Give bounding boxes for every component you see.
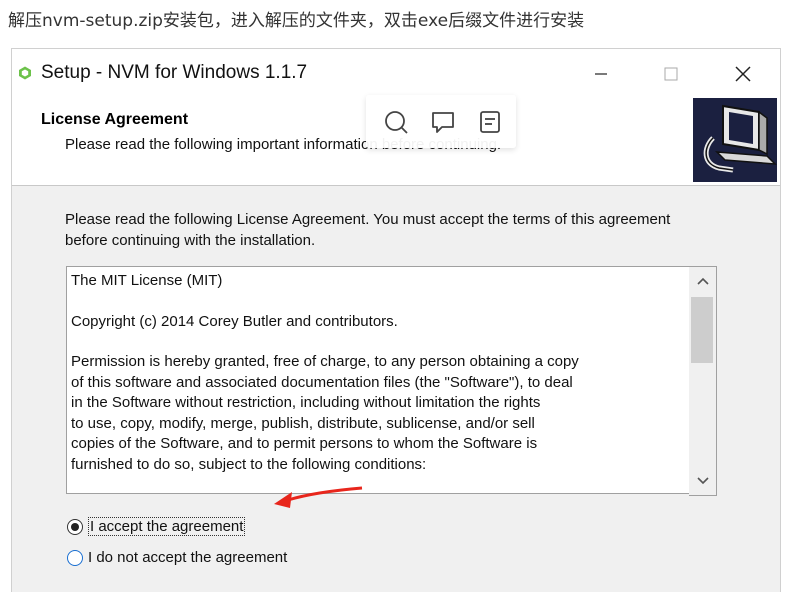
note-icon[interactable] <box>477 109 503 135</box>
license-scrollbar[interactable] <box>689 266 717 496</box>
license-text-area[interactable]: The MIT License (MIT) Copyright (c) 2014… <box>66 266 717 494</box>
maximize-icon <box>664 67 678 81</box>
scroll-up-button[interactable] <box>689 267 716 295</box>
minimize-icon <box>595 73 607 75</box>
comment-icon[interactable] <box>430 109 456 135</box>
decline-option[interactable]: I do not accept the agreement <box>67 549 287 566</box>
decline-label[interactable]: I do not accept the agreement <box>88 549 287 566</box>
maximize-button[interactable] <box>648 57 694 91</box>
text-selection-toolbar <box>366 95 516 148</box>
license-text: The MIT License (MIT) Copyright (c) 2014… <box>71 271 691 475</box>
license-intro-text: Please read the following License Agreem… <box>65 211 671 249</box>
window-title: Setup - NVM for Windows 1.1.7 <box>41 62 308 83</box>
page-caption: 解压nvm-setup.zip安装包，进入解压的文件夹，双击exe后缀文件进行安… <box>8 11 585 31</box>
annotation-arrow-icon <box>274 486 363 508</box>
close-icon <box>735 66 751 82</box>
scroll-down-button[interactable] <box>689 467 716 495</box>
search-icon[interactable] <box>383 109 409 135</box>
accept-label[interactable]: I accept the agreement <box>88 517 246 536</box>
accept-option[interactable]: I accept the agreement <box>67 517 246 536</box>
license-copyright: Copyright (c) 2014 Corey Butler and cont… <box>71 312 398 330</box>
chevron-up-icon <box>696 277 709 285</box>
close-button[interactable] <box>720 57 766 91</box>
computer-setup-icon <box>693 98 777 182</box>
nvm-app-icon <box>19 66 31 80</box>
title-bar: Setup - NVM for Windows 1.1.7 <box>12 49 780 95</box>
license-title: The MIT License (MIT) <box>71 272 223 289</box>
scroll-thumb[interactable] <box>691 297 713 363</box>
license-permission: Permission is hereby granted, free of ch… <box>71 353 579 473</box>
chevron-down-icon <box>696 477 709 485</box>
minimize-button[interactable] <box>578 57 624 91</box>
page-title: License Agreement <box>41 111 189 128</box>
decline-radio[interactable] <box>67 549 83 566</box>
accept-radio[interactable] <box>67 518 83 535</box>
